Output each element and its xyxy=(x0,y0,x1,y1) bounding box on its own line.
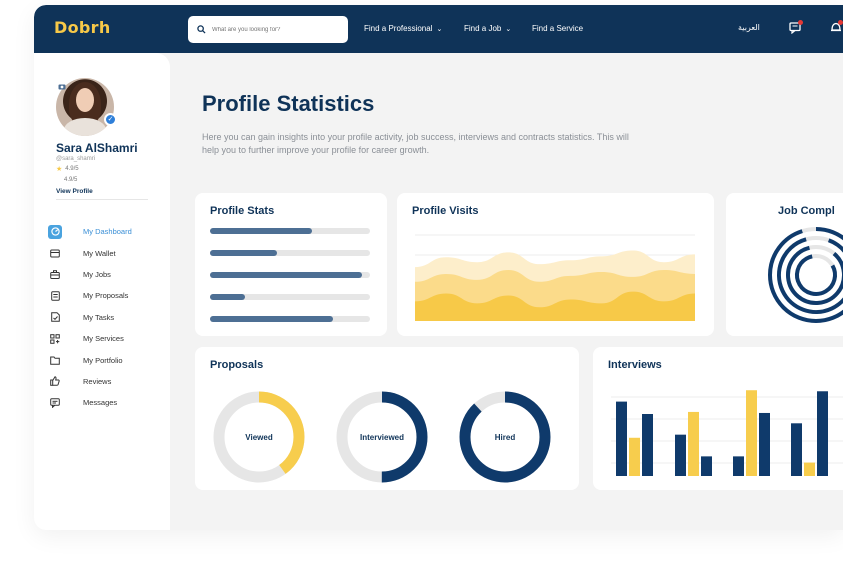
notification-dot xyxy=(798,20,803,25)
services-icon xyxy=(48,332,62,346)
interview-bar xyxy=(759,412,770,476)
search-input[interactable] xyxy=(212,26,332,33)
app-window: Dobrh Find a Professional ⌄ Find a Job ⌄… xyxy=(34,5,843,530)
donut-label: Viewed xyxy=(245,433,273,442)
interview-bar xyxy=(629,437,640,476)
sidebar-item-dashboard[interactable]: My Dashboard xyxy=(48,221,132,242)
sidebar-item-label: My Dashboard xyxy=(83,227,132,237)
interview-bar xyxy=(701,456,712,476)
job-completion-card: Job Compl xyxy=(726,193,843,336)
sidebar-item-label: My Wallet xyxy=(83,248,116,258)
proposals-card: Proposals Viewed Interviewed Hired xyxy=(195,347,579,490)
star-icon: ★ xyxy=(56,166,63,173)
nav-find-service[interactable]: Find a Service xyxy=(532,24,583,33)
stat-bar xyxy=(210,250,370,256)
divider xyxy=(56,199,148,200)
thumbs-up-icon xyxy=(48,374,62,388)
stat-bar-fill xyxy=(210,294,246,300)
donut-label: Interviewed xyxy=(360,433,404,442)
sidebar: ✓ Sara AlShamri @sara_shamri ★ 4.9/5 4.9… xyxy=(34,53,170,530)
user-handle: @sara_shamri xyxy=(56,156,96,162)
search-box[interactable] xyxy=(188,16,348,43)
sidebar-item-label: Messages xyxy=(83,398,118,408)
briefcase-icon xyxy=(48,267,62,281)
interview-bar xyxy=(791,423,802,476)
sidebar-item-label: My Jobs xyxy=(83,269,111,279)
tasks-icon xyxy=(48,310,62,324)
sidebar-item-jobs[interactable]: My Jobs xyxy=(48,264,132,285)
sidebar-item-tasks[interactable]: My Tasks xyxy=(48,307,132,328)
stat-bar xyxy=(210,272,370,278)
sidebar-item-label: My Portfolio xyxy=(83,355,123,365)
sidebar-menu: My Dashboard My Wallet My Jobs My Propos… xyxy=(48,221,132,414)
interview-bar xyxy=(733,456,744,476)
stat-bar-fill xyxy=(210,272,362,278)
profile-visits-card: Profile Visits xyxy=(397,193,714,336)
nav-find-job[interactable]: Find a Job ⌄ xyxy=(464,24,511,33)
stat-bar-fill xyxy=(210,316,334,322)
nav-find-professional-label: Find a Professional xyxy=(364,24,433,33)
camera-icon[interactable] xyxy=(58,77,66,95)
user-name: Sara AlShamri xyxy=(56,141,138,155)
sidebar-item-label: My Proposals xyxy=(83,291,129,301)
wallet-icon xyxy=(48,246,62,260)
interview-bar xyxy=(746,390,757,476)
sidebar-item-messages[interactable]: Messages xyxy=(48,392,132,413)
messages-notification[interactable] xyxy=(789,20,803,39)
stat-bar xyxy=(210,294,370,300)
stat-bar-fill xyxy=(210,228,313,234)
user-rating-secondary: 4.9/5 xyxy=(64,177,77,183)
view-profile-link[interactable]: View Profile xyxy=(56,188,93,195)
sidebar-item-label: My Tasks xyxy=(83,312,115,322)
sidebar-item-reviews[interactable]: Reviews xyxy=(48,371,132,392)
profile-visits-chart xyxy=(415,234,695,321)
chevron-down-icon: ⌄ xyxy=(505,25,512,33)
interview-bar xyxy=(642,414,653,476)
interview-bar xyxy=(616,401,627,476)
sidebar-item-wallet[interactable]: My Wallet xyxy=(48,242,132,263)
stat-bar xyxy=(210,228,370,234)
message-icon xyxy=(48,396,62,410)
top-navigation-bar: Dobrh Find a Professional ⌄ Find a Job ⌄… xyxy=(34,5,843,53)
interview-bar xyxy=(817,391,828,476)
stat-bar-fill xyxy=(210,250,278,256)
nav-find-job-label: Find a Job xyxy=(464,24,502,33)
proposals-icon xyxy=(48,289,62,303)
page-title: Profile Statistics xyxy=(202,91,375,116)
folder-icon xyxy=(48,353,62,367)
profile-stats-card: Profile Stats xyxy=(195,193,387,336)
dashboard-icon xyxy=(48,224,62,239)
rating-value: 4.9/5 xyxy=(65,166,79,172)
rating-value: 4.9/5 xyxy=(64,177,78,183)
donut-label: Hired xyxy=(495,433,516,442)
interview-bar xyxy=(688,411,699,476)
bell-notification[interactable] xyxy=(830,20,843,39)
chevron-down-icon: ⌄ xyxy=(436,25,443,33)
ring-progress xyxy=(777,236,843,314)
language-switch[interactable]: العربية xyxy=(738,23,760,32)
sidebar-item-services[interactable]: My Services xyxy=(48,328,132,349)
brand-logo[interactable]: Dobrh xyxy=(54,18,111,37)
sidebar-item-label: Reviews xyxy=(83,376,112,386)
job-completion-rings xyxy=(768,227,843,323)
sidebar-item-label: My Services xyxy=(83,334,124,344)
sidebar-item-portfolio[interactable]: My Portfolio xyxy=(48,349,132,370)
page-description: Here you can gain insights into your pro… xyxy=(202,132,629,155)
notification-dot xyxy=(838,20,843,25)
nav-find-professional[interactable]: Find a Professional ⌄ xyxy=(364,24,442,33)
nav-find-service-label: Find a Service xyxy=(532,24,584,33)
user-rating: ★ 4.9/5 xyxy=(56,165,79,173)
card-title: Profile Stats xyxy=(210,205,275,217)
interviews-chart xyxy=(611,390,843,476)
interview-bar xyxy=(675,434,686,476)
search-icon xyxy=(197,25,206,34)
interviews-card: Interviews xyxy=(593,347,843,490)
stat-bar xyxy=(210,316,370,322)
verified-badge-icon: ✓ xyxy=(104,113,117,126)
interview-bar xyxy=(804,462,815,476)
proposals-donuts: Viewed Interviewed Hired xyxy=(213,391,551,483)
sidebar-item-proposals[interactable]: My Proposals xyxy=(48,285,132,306)
